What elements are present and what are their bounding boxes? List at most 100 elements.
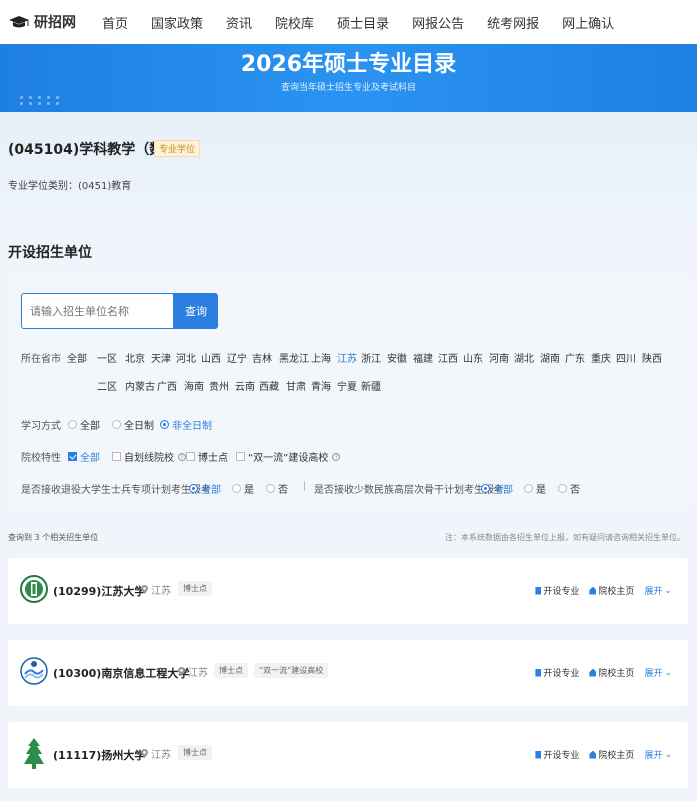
province-chip-row2-1[interactable]: 内蒙古 [125, 378, 155, 393]
homepage-link[interactable]: 院校主页 [589, 584, 634, 597]
province-chip-9[interactable]: 上海 [311, 350, 331, 365]
yangzhou-university-logo-icon [20, 734, 48, 772]
province-chip-row2-0[interactable]: 二区 [97, 378, 117, 393]
radio-label: 非全日制 [172, 421, 212, 432]
minority-plan-label: 是否接收少数民族高层次骨干计划考生报考 [314, 485, 504, 496]
majors-link[interactable]: 开设专业 [535, 584, 579, 597]
expand-button[interactable]: 展开 ⌄ [644, 666, 672, 680]
province-chip-21[interactable]: 四川 [616, 350, 636, 365]
province-chip-row2-6[interactable]: 西藏 [259, 378, 279, 393]
province-chip-row2-2[interactable]: 广西 [157, 378, 177, 393]
soldier-radio-no[interactable]: 否 [266, 481, 288, 496]
university-name[interactable]: (10299)江苏大学 [53, 583, 145, 599]
search-button[interactable]: 查询 [174, 293, 218, 329]
minority-radio-yes[interactable]: 是 [524, 481, 546, 496]
jiangsu-university-logo-icon [20, 570, 48, 608]
nav-home[interactable]: 首页 [102, 13, 128, 32]
info-icon[interactable]: ? [332, 452, 341, 461]
phd-tag: 博士点 [178, 745, 212, 760]
nav-announcement[interactable]: 网报公告 [412, 13, 464, 32]
info-icon[interactable]: ? [178, 452, 186, 461]
university-location: 江苏 [141, 746, 171, 761]
book-icon [535, 668, 542, 677]
location-text: 江苏 [188, 668, 208, 679]
book-icon [535, 586, 542, 595]
province-chip-row2-7[interactable]: 甘肃 [286, 378, 306, 393]
province-chip-10[interactable]: 江苏 [337, 350, 357, 365]
university-card: (11117)扬州大学 江苏 博士点 开设专业 院校主页 展开 ⌄ [8, 722, 688, 788]
nav-news[interactable]: 资讯 [226, 13, 252, 32]
minority-radio-all[interactable]: 全部 [481, 481, 513, 496]
section-title: 开设招生单位 [8, 245, 92, 261]
province-chip-20[interactable]: 重庆 [591, 350, 611, 365]
province-chip-17[interactable]: 湖北 [514, 350, 534, 365]
university-name[interactable]: (10300)南京信息工程大学 [53, 665, 189, 681]
chevron-down-icon: ⌄ [664, 749, 672, 760]
soldier-radio-all[interactable]: 全部 [189, 481, 221, 496]
province-chip-22[interactable]: 陕西 [642, 350, 662, 365]
banner-title: 2026年硕士专业目录 [240, 52, 457, 77]
province-chip-15[interactable]: 山东 [463, 350, 483, 365]
study-radio-parttime[interactable]: 非全日制 [160, 417, 212, 432]
feature-check-all[interactable]: 全部 [68, 449, 100, 464]
expand-button[interactable]: 展开 ⌄ [644, 584, 672, 598]
nav-policy[interactable]: 国家政策 [151, 13, 203, 32]
province-chip-19[interactable]: 广东 [565, 350, 585, 365]
majors-link[interactable]: 开设专业 [535, 748, 579, 761]
radio-label: 全部 [80, 421, 100, 432]
province-chip-11[interactable]: 浙江 [361, 350, 381, 365]
radio-dot [524, 484, 533, 493]
radio-label: 否 [278, 485, 288, 496]
province-chip-18[interactable]: 湖南 [540, 350, 560, 365]
radio-dot [160, 420, 169, 429]
feature-check-phd[interactable]: 博士点 [186, 449, 228, 464]
radio-dot [558, 484, 567, 493]
province-chip-row2-4[interactable]: 贵州 [209, 378, 229, 393]
province-chip-0[interactable]: 全部 [67, 350, 87, 365]
study-radio-all[interactable]: 全部 [68, 417, 100, 432]
province-chip-12[interactable]: 安徽 [387, 350, 407, 365]
province-chip-8[interactable]: 黑龙江 [279, 350, 309, 365]
graduation-cap-icon [8, 15, 30, 29]
province-chip-1[interactable]: 一区 [97, 350, 117, 365]
site-logo[interactable]: 研招网 [8, 12, 76, 32]
radio-label: 全部 [201, 485, 221, 496]
double-first-class-tag: “双一流”建设高校 [254, 663, 329, 678]
province-chip-row2-3[interactable]: 海南 [184, 378, 204, 393]
chevron-down-icon: ⌄ [664, 667, 672, 678]
study-radio-fulltime[interactable]: 全日制 [112, 417, 154, 432]
school-search-input[interactable] [21, 293, 174, 329]
expand-button[interactable]: 展开 ⌄ [644, 748, 672, 762]
minority-radio-no[interactable]: 否 [558, 481, 580, 496]
feature-check-self-line[interactable]: 自划线院校? [112, 449, 186, 464]
nav-school-library[interactable]: 院校库 [275, 13, 314, 32]
province-chip-7[interactable]: 吉林 [252, 350, 272, 365]
results-count: 查询到 3 个相关招生单位 [8, 533, 99, 542]
feature-check-double-first-class[interactable]: “双一流”建设高校? [236, 449, 341, 464]
major-category: 专业学位类别：(0451)教育 [8, 181, 132, 192]
province-chip-6[interactable]: 辽宁 [227, 350, 247, 365]
nav-exam-registration[interactable]: 统考网报 [487, 13, 539, 32]
nav-master-catalog[interactable]: 硕士目录 [337, 13, 389, 32]
check-label: 博士点 [198, 453, 228, 464]
province-chip-14[interactable]: 江西 [438, 350, 458, 365]
university-name[interactable]: (11117)扬州大学 [53, 747, 145, 763]
province-chip-row2-5[interactable]: 云南 [235, 378, 255, 393]
nav-online-confirm[interactable]: 网上确认 [562, 13, 614, 32]
province-chip-row2-8[interactable]: 青海 [311, 378, 331, 393]
homepage-link[interactable]: 院校主页 [589, 748, 634, 761]
province-chip-5[interactable]: 山西 [201, 350, 221, 365]
province-chip-2[interactable]: 北京 [125, 350, 145, 365]
province-chip-row2-10[interactable]: 新疆 [361, 378, 381, 393]
homepage-link[interactable]: 院校主页 [589, 666, 634, 679]
province-chip-row2-9[interactable]: 宁夏 [337, 378, 357, 393]
homepage-label: 院校主页 [598, 669, 635, 679]
province-chip-16[interactable]: 河南 [489, 350, 509, 365]
province-chip-3[interactable]: 天津 [151, 350, 171, 365]
logo-text: 研招网 [34, 15, 76, 31]
card-actions: 开设专业 院校主页 展开 ⌄ [535, 584, 672, 597]
soldier-radio-yes[interactable]: 是 [232, 481, 254, 496]
majors-link[interactable]: 开设专业 [535, 666, 579, 679]
province-chip-13[interactable]: 福建 [413, 350, 433, 365]
province-chip-4[interactable]: 河北 [176, 350, 196, 365]
